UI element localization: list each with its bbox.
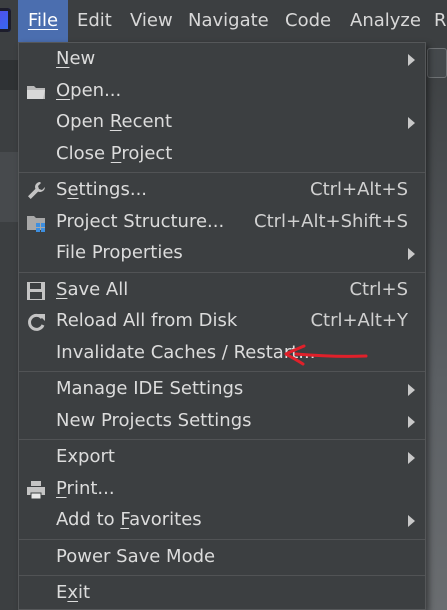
menu-item-label: Add to Favorites <box>56 509 202 530</box>
menu-item-add-to-favorites[interactable]: Add to Favorites <box>19 505 425 536</box>
menu-item-label: New Projects Settings <box>56 409 252 431</box>
menu-item-exit[interactable]: Exit <box>19 578 425 609</box>
menu-separator <box>19 371 425 372</box>
ide-window: File Edit View Navigate Code Analyze R N… <box>0 0 447 610</box>
menu-separator <box>19 172 425 173</box>
menu-separator <box>19 575 425 576</box>
menu-separator <box>19 439 425 440</box>
app-logo-icon[interactable] <box>0 8 11 32</box>
menu-item-open-recent[interactable]: Open Recent <box>19 107 425 138</box>
submenu-arrow-icon <box>408 384 415 396</box>
save-icon <box>25 280 47 302</box>
file-menu-dropdown: New Open... Open Recent Close Project Settin… <box>18 42 426 610</box>
menu-item-power-save-mode[interactable]: Power Save Mode <box>19 542 425 573</box>
right-editor-strip <box>426 42 447 610</box>
shortcut-label: Ctrl+S <box>349 278 408 300</box>
menu-item-label: File Properties <box>56 242 183 263</box>
menu-item-settings[interactable]: Settings... Ctrl+Alt+S <box>19 175 425 206</box>
submenu-arrow-icon <box>408 515 415 527</box>
menu-item-save-all[interactable]: Save All Ctrl+S <box>19 275 425 306</box>
submenu-arrow-icon <box>408 54 415 66</box>
printer-icon <box>25 479 47 501</box>
project-structure-icon <box>25 212 47 234</box>
menu-navigate[interactable]: Navigate <box>188 0 269 42</box>
annotation-arrow-icon <box>284 344 368 366</box>
menu-analyze[interactable]: Analyze <box>350 0 421 42</box>
menu-separator <box>19 538 425 540</box>
menu-edit[interactable]: Edit <box>77 0 112 42</box>
menu-file[interactable]: File <box>18 0 68 42</box>
left-tool-strip <box>0 42 19 610</box>
menu-item-label: Manage IDE Settings <box>56 378 244 399</box>
menu-item-label: Open Recent <box>56 111 173 132</box>
menu-item-label: Invalidate Caches / Restart... <box>56 341 316 363</box>
menu-item-manage-ide-settings[interactable]: Manage IDE Settings <box>19 374 425 405</box>
menu-bar: File Edit View Navigate Code Analyze R <box>0 0 447 42</box>
menu-view[interactable]: View <box>130 0 173 42</box>
menu-item-export[interactable]: Export <box>19 442 425 473</box>
menu-item-label: New <box>56 48 96 69</box>
menu-item-label: Exit <box>56 582 91 603</box>
submenu-arrow-icon <box>408 452 415 464</box>
folder-icon <box>25 81 47 103</box>
menu-item-print[interactable]: Print... <box>19 474 425 505</box>
menu-item-new[interactable]: New <box>19 44 425 75</box>
menu-item-label: Project Structure... <box>56 210 225 232</box>
menu-item-open[interactable]: Open... <box>19 76 425 107</box>
right-toolbar-box[interactable] <box>427 48 447 78</box>
menu-item-close-project[interactable]: Close Project <box>19 139 425 170</box>
submenu-arrow-icon <box>408 415 415 428</box>
menu-item-label: Open... <box>56 79 122 101</box>
menu-item-label: Print... <box>56 477 115 499</box>
menu-item-file-properties[interactable]: File Properties <box>19 238 425 269</box>
wrench-icon <box>25 180 47 202</box>
menu-refactor-partial[interactable]: R <box>434 0 447 42</box>
menu-item-label: Power Save Mode <box>56 545 216 567</box>
menu-item-reload-all-from-disk[interactable]: Reload All from Disk Ctrl+Alt+Y <box>19 306 425 337</box>
menu-item-label: Save All <box>56 278 129 300</box>
menu-item-label: Export <box>56 446 115 467</box>
menu-separator <box>19 271 425 273</box>
shortcut-label: Ctrl+Alt+Y <box>310 310 408 331</box>
reload-icon <box>25 311 47 333</box>
menu-item-label: Settings... <box>56 179 148 200</box>
menu-item-label: Reload All from Disk <box>56 310 238 331</box>
menu-code[interactable]: Code <box>285 0 331 42</box>
menu-item-label: Close Project <box>56 142 173 164</box>
shortcut-label: Ctrl+Alt+Shift+S <box>254 210 408 232</box>
menu-item-new-projects-settings[interactable]: New Projects Settings <box>19 406 425 437</box>
submenu-arrow-icon <box>408 117 415 129</box>
menu-item-project-structure[interactable]: Project Structure... Ctrl+Alt+Shift+S <box>19 207 425 238</box>
shortcut-label: Ctrl+Alt+S <box>310 179 408 200</box>
submenu-arrow-icon <box>408 248 415 260</box>
